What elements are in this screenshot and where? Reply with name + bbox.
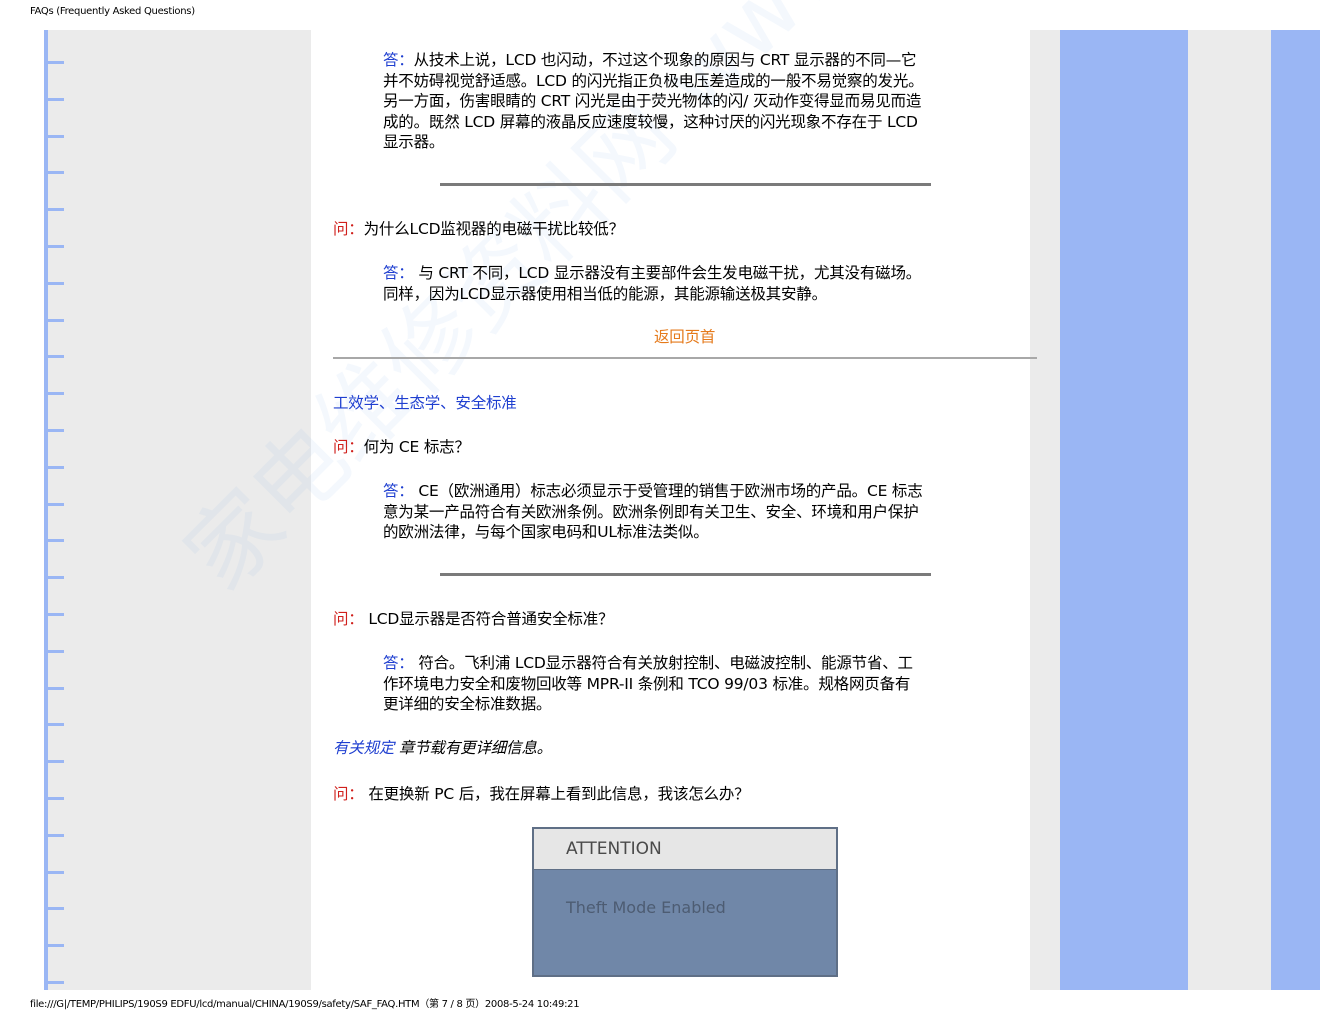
rail-tick — [44, 834, 64, 837]
answer-line: 成的。既然 LCD 屏幕的液晶反应速度较慢，这种讨厌的闪光现象不存在于 LCD — [383, 112, 918, 131]
rail-tick — [44, 61, 64, 64]
rail-tick — [44, 871, 64, 874]
answer-flicker: 答：从技术上说，LCD 也闪动，不过这个现象的原因与 CRT 显示器的不同—它 … — [383, 50, 1003, 153]
section-title: 工效学、生态学、安全标准 — [333, 394, 517, 412]
rail-tick — [44, 392, 64, 395]
rail-tick — [44, 650, 64, 653]
answer-line: 更详细的安全标准数据。 — [383, 695, 552, 713]
answer-line: 显示器。 — [383, 133, 445, 151]
rail-tick — [44, 723, 64, 726]
rail-tick — [44, 319, 64, 322]
rail-tick — [44, 539, 64, 542]
question-theft-mode: 问： 在更换新 PC 后，我在屏幕上看到此信息，我该怎么办？ — [333, 784, 750, 805]
attention-title: ATTENTION — [534, 829, 836, 870]
rail-tick — [44, 760, 64, 763]
rail-tick — [44, 429, 64, 432]
question-ce: 问：何为 CE 标志？ — [333, 437, 470, 458]
rail-tick — [44, 503, 64, 506]
right-gray-column — [1188, 30, 1271, 990]
section-divider — [333, 357, 1037, 359]
rail-tick — [44, 613, 64, 616]
attention-dialog-image: ATTENTION Theft Mode Enabled — [532, 827, 838, 977]
answer-line: 同样，因为LCD显示器使用相当低的能源，其能源输送极其安静。 — [383, 284, 827, 303]
answer-label: 答： — [383, 482, 414, 500]
rail-tick — [44, 907, 64, 910]
rail-tick — [44, 135, 64, 138]
rail-tick — [44, 466, 64, 469]
question-emi: 问：为什么LCD监视器的电磁干扰比较低？ — [333, 219, 624, 240]
question-text: 在更换新 PC 后，我在屏幕上看到此信息，我该怎么办？ — [363, 785, 750, 803]
rail-tick — [44, 797, 64, 800]
answer-emi: 答： 与 CRT 不同，LCD 显示器没有主要部件会生发电磁干扰，尤其没有磁场。… — [383, 263, 1003, 304]
page-footer-path: file:///G|/TEMP/PHILIPS/190S9 EDFU/lcd/m… — [30, 999, 580, 1010]
answer-line: 从技术上说，LCD 也闪动，不过这个现象的原因与 CRT 显示器的不同—它 — [413, 51, 917, 69]
rail-tick — [44, 355, 64, 358]
rail-tick — [44, 944, 64, 947]
separator — [440, 183, 931, 186]
question-label: 问： — [333, 438, 364, 456]
regulatory-text: 章节载有更详细信息。 — [394, 739, 552, 757]
page-header-title: FAQs (Frequently Asked Questions) — [30, 6, 195, 17]
rail-tick — [44, 576, 64, 579]
right-gray-strip — [1030, 30, 1060, 990]
separator — [440, 573, 931, 576]
rail-tick — [44, 282, 64, 285]
rail-tick — [44, 208, 64, 211]
answer-line: 意为某一产品符合有关欧洲条例。欧洲条例即有关卫生、安全、环境和用户保护 — [383, 502, 919, 521]
answer-ce: 答： CE（欧洲通用）标志必须显示于受管理的销售于欧洲市场的产品。CE 标志 意… — [383, 481, 1003, 543]
rail-tick — [44, 98, 64, 101]
question-label: 问： — [333, 220, 364, 238]
question-text: LCD显示器是否符合普通安全标准？ — [363, 610, 614, 628]
answer-line: 符合。飞利浦 LCD显示器符合有关放射控制、电磁波控制、能源节省、工 — [413, 654, 913, 672]
back-to-top-link[interactable]: 返回页首 — [654, 327, 715, 348]
answer-safety: 答： 符合。飞利浦 LCD显示器符合有关放射控制、电磁波控制、能源节省、工 作环… — [383, 653, 1003, 715]
answer-line: CE（欧洲通用）标志必须显示于受管理的销售于欧洲市场的产品。CE 标志 — [413, 482, 923, 500]
rail-tick — [44, 981, 64, 984]
rail-tick — [44, 687, 64, 690]
answer-label: 答： — [383, 264, 414, 282]
question-text: 为什么LCD监视器的电磁干扰比较低？ — [363, 220, 624, 238]
right-blue-column — [1060, 30, 1188, 990]
regulatory-note: 有关规定 章节载有更详细信息。 — [333, 738, 552, 759]
question-label: 问： — [333, 785, 364, 803]
answer-line: 的欧洲法律，与每个国家电码和UL标准法类似。 — [383, 523, 709, 541]
rail-tick — [44, 171, 64, 174]
rail-tick — [44, 245, 64, 248]
answer-line: 并不妨碍视觉舒适感。LCD 的闪光指正负极电压差造成的一般不易觉察的发光。 — [383, 71, 924, 90]
answer-label: 答： — [383, 654, 414, 672]
question-text: 何为 CE 标志？ — [363, 438, 470, 456]
question-label: 问： — [333, 610, 364, 628]
answer-line: 与 CRT 不同，LCD 显示器没有主要部件会生发电磁干扰，尤其没有磁场。 — [413, 264, 922, 282]
answer-line: 另一方面，伤害眼睛的 CRT 闪光是由于荧光物体的闪/ 灭动作变得显而易见而造 — [383, 92, 922, 110]
left-rail-line — [44, 30, 48, 990]
answer-label: 答： — [383, 51, 414, 69]
right-blue-column-edge — [1271, 30, 1320, 990]
question-safety: 问： LCD显示器是否符合普通安全标准？ — [333, 609, 614, 630]
attention-message: Theft Mode Enabled — [566, 898, 726, 917]
regulatory-link[interactable]: 有关规定 — [333, 739, 394, 757]
answer-line: 作环境电力安全和废物回收等 MPR-II 条例和 TCO 99/03 标准。规格… — [383, 674, 911, 693]
